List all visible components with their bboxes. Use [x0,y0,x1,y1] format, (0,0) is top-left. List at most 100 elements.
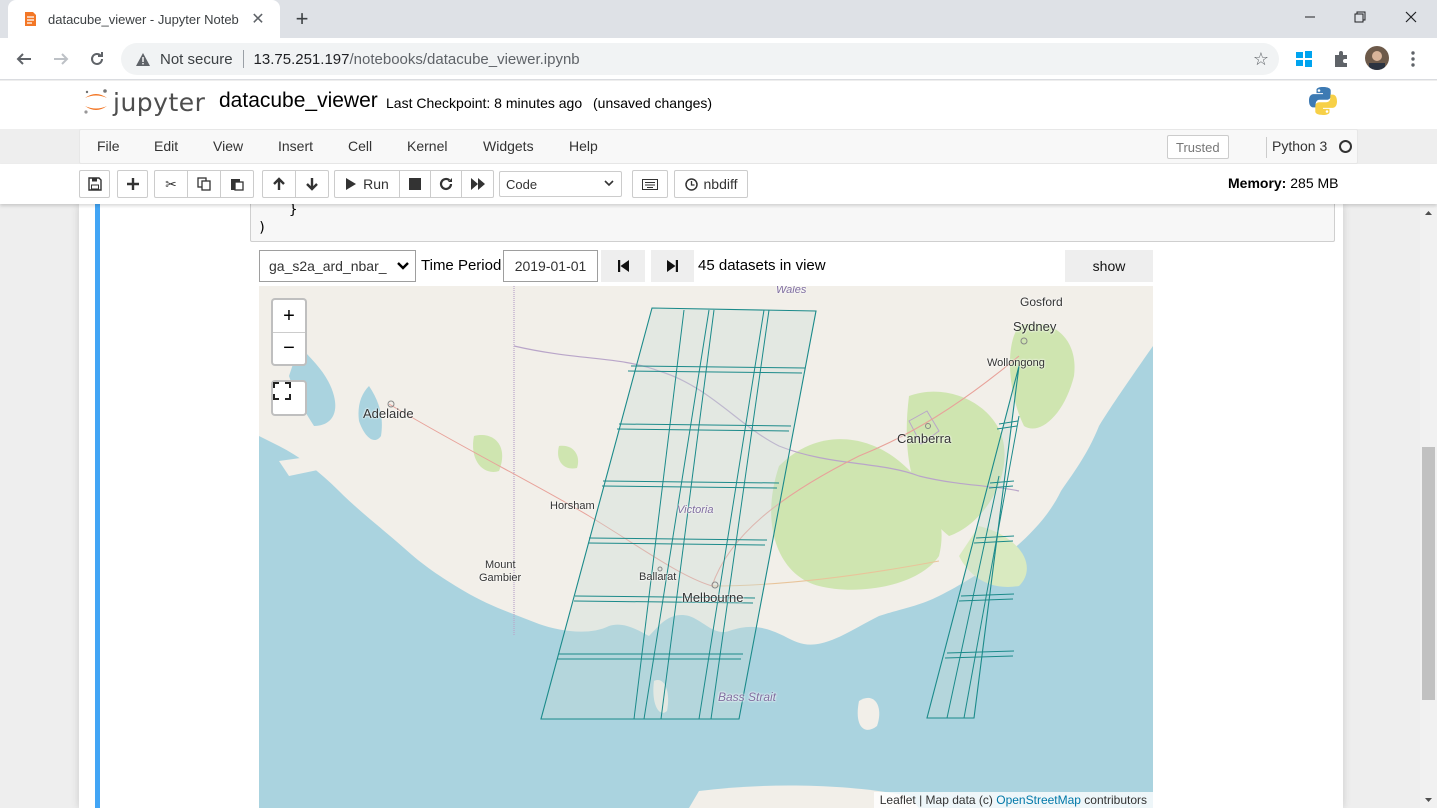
back-arrow-icon[interactable] [9,44,39,74]
zoom-in-button[interactable]: + [273,300,305,332]
fullscreen-icon [273,382,291,400]
reload-icon[interactable] [82,44,112,74]
notebook-name[interactable]: datacube_viewer [219,89,378,113]
next-period-button[interactable] [651,250,694,282]
browser-toolbar: Not secure 13.75.251.197/notebooks/datac… [0,38,1437,80]
flinders-island [857,697,880,730]
play-icon [346,178,357,190]
menu-insert[interactable]: Insert [278,138,313,154]
menu-kernel[interactable]: Kernel [407,138,447,154]
copy-button[interactable] [187,170,221,198]
profile-avatar[interactable] [1365,46,1389,70]
cut-button[interactable]: ✂ [154,170,188,198]
menu-edit[interactable]: Edit [154,138,178,154]
show-button[interactable]: show [1065,250,1153,282]
fast-forward-icon [470,178,485,190]
save-button[interactable] [79,170,110,198]
cell-type-select[interactable]: Code [499,171,622,197]
warning-icon[interactable] [135,51,151,67]
notebook-toolbar: ✂ Run Code nbdiff Memory: 285 MB [0,164,1437,204]
checkpoint-text: Last Checkpoint: 8 minutes ago [386,95,583,111]
arrow-up-icon [273,177,285,190]
copy-icon [197,177,211,191]
chevron-down-icon [603,177,615,192]
scroll-up-icon[interactable] [1420,207,1437,219]
map-label-mount: Mount [485,559,516,571]
forward-arrow-icon[interactable] [46,44,76,74]
security-label[interactable]: Not secure [160,51,233,68]
map-label-canberra: Canberra [897,431,952,446]
window-close-icon[interactable] [1386,0,1436,34]
nbdiff-button[interactable]: nbdiff [674,170,748,198]
attribution-suffix: contributors [1080,793,1147,807]
trusted-indicator[interactable]: Trusted [1167,135,1229,159]
scroll-down-icon[interactable] [1420,794,1437,806]
browser-tab[interactable]: datacube_viewer - Jupyter Noteb ✕ [8,0,280,38]
menu-cell[interactable]: Cell [348,138,372,154]
menu-help[interactable]: Help [569,138,598,154]
leaflet-map[interactable]: Wales Gosford Sydney Wollongong Adelaide… [259,286,1153,808]
date-input[interactable]: 2019-01-01 [503,250,598,282]
chevron-down-icon [395,258,411,277]
code-cell-input[interactable]: } ) [250,204,1335,242]
openstreetmap-link[interactable]: OpenStreetMap [996,793,1081,807]
extensions-puzzle-icon[interactable] [1330,48,1352,70]
step-forward-icon [667,260,678,272]
restart-run-all-button[interactable] [461,170,494,198]
kernel-separator [1266,137,1267,158]
time-period-label: Time Period [421,257,502,274]
interrupt-button[interactable] [399,170,431,198]
jupyter-header: jupyter datacube_viewer Last Checkpoint:… [0,81,1437,129]
restore-icon[interactable] [1335,0,1385,34]
page-scrollbar[interactable] [1420,204,1437,808]
tab-title: datacube_viewer - Jupyter Noteb [48,11,239,27]
move-up-button[interactable] [262,170,296,198]
jupyter-logo[interactable]: jupyter [82,85,205,119]
cell-type-value: Code [506,176,538,192]
menu-file[interactable]: File [97,138,120,154]
notebook-scroll-area: } ) ga_s2a_ard_nbar_ Time Period 2019-01… [0,204,1420,808]
keyboard-icon [642,178,658,190]
map-label-victoria: Victoria [677,504,714,516]
kernel-name[interactable]: Python 3 [1272,138,1327,154]
new-tab-button[interactable]: + [288,5,316,33]
fullscreen-button[interactable] [271,380,307,416]
bookmark-star-icon[interactable]: ☆ [1253,49,1269,70]
command-palette-button[interactable] [632,170,668,198]
kernel-idle-indicator-icon [1339,140,1352,153]
scissors-icon: ✂ [165,175,177,192]
menu-view[interactable]: View [213,138,243,154]
close-tab-icon[interactable]: ✕ [248,9,268,29]
zoom-out-button[interactable]: − [273,332,305,364]
menu-widgets[interactable]: Widgets [483,138,534,154]
map-label-melbourne: Melbourne [682,590,744,605]
run-button[interactable]: Run [334,170,400,198]
dataset-count: 45 datasets in view [698,257,826,274]
map-label-wales: Wales [776,286,807,296]
code-line: ) [258,220,267,236]
step-backward-icon [617,260,629,272]
arrow-down-icon [306,178,318,191]
paste-button[interactable] [220,170,254,198]
move-down-button[interactable] [295,170,329,198]
product-select[interactable]: ga_s2a_ard_nbar_ [259,250,416,282]
address-bar[interactable]: Not secure 13.75.251.197/notebooks/datac… [121,43,1279,75]
windows-extension-icon[interactable] [1293,48,1315,70]
paste-icon [231,179,244,191]
minimize-icon[interactable] [1285,0,1335,34]
insert-cell-button[interactable] [117,170,148,198]
map-attribution: Leaflet | Map data (c) OpenStreetMap con… [873,792,1153,808]
previous-period-button[interactable] [601,250,645,282]
python-logo-icon [1309,87,1337,115]
restart-button[interactable] [430,170,462,198]
map-label-adelaide: Adelaide [363,406,414,421]
memory-usage: Memory: 285 MB [1228,175,1339,191]
run-label: Run [363,176,389,192]
unsaved-changes-text: (unsaved changes) [593,95,713,111]
scrollbar-thumb[interactable] [1422,447,1435,700]
map-label-sydney: Sydney [1013,319,1057,334]
browser-menu-icon[interactable] [1402,48,1424,70]
product-select-value: ga_s2a_ard_nbar_ [269,258,387,274]
url-path: /notebooks/datacube_viewer.ipynb [349,50,580,68]
code-line: } [289,204,298,218]
